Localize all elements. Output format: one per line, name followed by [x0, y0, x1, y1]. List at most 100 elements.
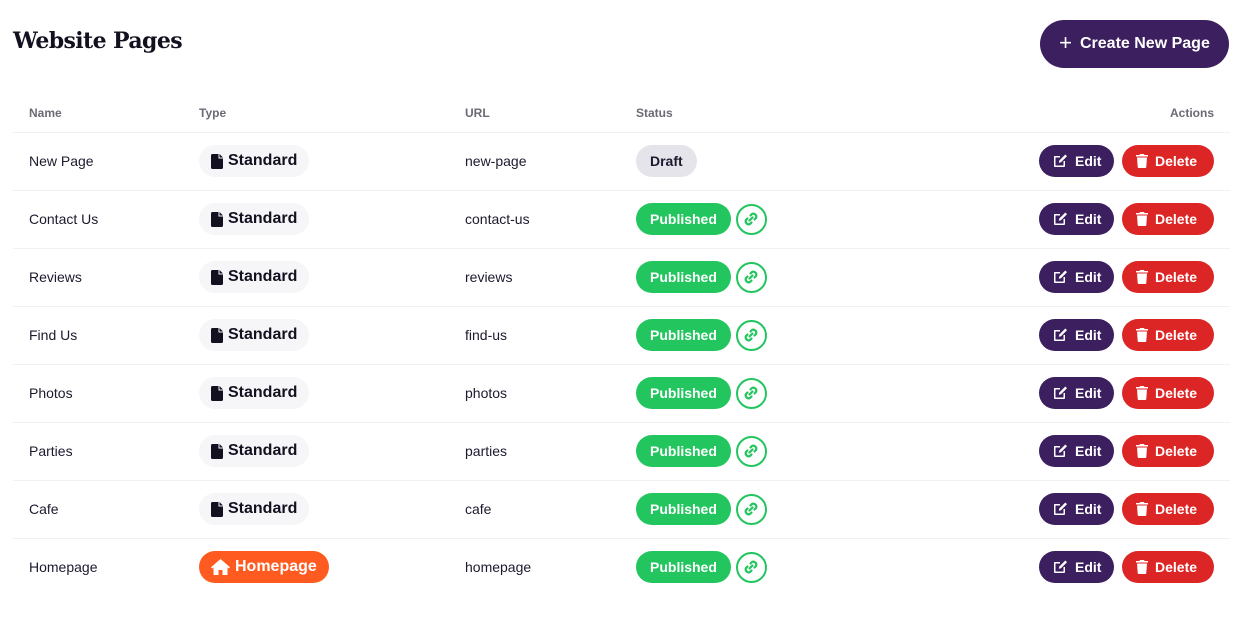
table-row: Parties Standard parties Published Edit: [13, 422, 1230, 481]
delete-button[interactable]: Delete: [1122, 203, 1214, 235]
page-type-cell: Standard: [183, 364, 449, 423]
view-page-link-button[interactable]: [735, 435, 767, 467]
column-header-name[interactable]: Name: [13, 94, 183, 133]
page-status-cell: Published: [620, 364, 920, 423]
table-row: Find Us Standard find-us Published Edit: [13, 306, 1230, 365]
file-icon: [211, 327, 223, 343]
file-icon: [211, 443, 223, 459]
edit-icon: [1053, 154, 1068, 168]
delete-label: Delete: [1155, 327, 1198, 343]
page-type-cell: Standard: [183, 422, 449, 481]
table-row: Contact Us Standard contact-us Published…: [13, 190, 1230, 249]
type-badge: Standard: [199, 145, 310, 177]
status-badge: Published: [636, 203, 731, 235]
delete-label: Delete: [1155, 443, 1198, 459]
delete-button[interactable]: Delete: [1122, 377, 1214, 409]
edit-label: Edit: [1075, 385, 1102, 401]
page-type-cell: Standard: [183, 248, 449, 307]
delete-button[interactable]: Delete: [1122, 493, 1214, 525]
edit-label: Edit: [1075, 559, 1102, 576]
type-label: Standard: [228, 152, 298, 169]
link-icon: [742, 210, 760, 228]
type-label: Standard: [228, 326, 298, 343]
trash-icon: [1136, 270, 1148, 284]
page-url: homepage: [465, 559, 532, 576]
delete-button[interactable]: Delete: [1122, 261, 1214, 293]
page-name: Parties: [13, 422, 183, 481]
type-label: Standard: [228, 442, 298, 459]
create-new-page-label: Create New Page: [1080, 35, 1210, 52]
edit-label: Edit: [1075, 153, 1102, 169]
delete-label: Delete: [1155, 385, 1198, 401]
actions-cell: Edit Delete: [920, 364, 1230, 423]
table-row: Reviews Standard reviews Published Edit: [13, 248, 1230, 307]
delete-button[interactable]: Delete: [1122, 435, 1214, 467]
edit-button[interactable]: Edit: [1039, 319, 1114, 351]
type-badge: Homepage: [199, 551, 329, 584]
link-icon: [742, 326, 760, 344]
pages-table: Name Type URL Status Actions New Page St…: [13, 94, 1230, 596]
edit-button[interactable]: Edit: [1039, 145, 1114, 177]
actions-cell: Edit Delete: [920, 190, 1230, 249]
edit-label: Edit: [1075, 327, 1102, 343]
type-badge: Standard: [199, 377, 310, 409]
page-name: Homepage: [29, 559, 98, 576]
view-page-link-button[interactable]: [735, 551, 767, 583]
delete-button[interactable]: Delete: [1122, 551, 1214, 584]
type-label: Standard: [228, 268, 298, 285]
link-icon: [742, 558, 760, 576]
type-badge: Standard: [199, 319, 310, 351]
page-status-cell: Published: [620, 306, 920, 365]
view-page-link-button[interactable]: [735, 377, 767, 409]
actions-cell: Edit Delete: [920, 538, 1230, 596]
page-status-cell: Published: [620, 422, 920, 481]
actions-cell: Edit Delete: [920, 422, 1230, 481]
create-new-page-button[interactable]: + Create New Page: [1040, 20, 1229, 68]
type-badge: Standard: [199, 435, 310, 467]
page-type-cell: Standard: [183, 132, 449, 191]
status-badge: Published: [636, 377, 731, 409]
trash-icon: [1136, 386, 1148, 400]
column-header-status[interactable]: Status: [620, 94, 920, 133]
delete-label: Delete: [1155, 269, 1198, 285]
column-header-type[interactable]: Type: [183, 94, 449, 133]
delete-label: Delete: [1155, 211, 1198, 227]
view-page-link-button[interactable]: [735, 261, 767, 293]
delete-label: Delete: [1155, 559, 1198, 576]
trash-icon: [1136, 212, 1148, 226]
trash-icon: [1136, 444, 1148, 458]
column-header-url[interactable]: URL: [449, 94, 620, 133]
link-icon: [742, 442, 760, 460]
trash-icon: [1136, 560, 1148, 575]
status-badge: Published: [636, 261, 731, 293]
trash-icon: [1136, 502, 1148, 516]
view-page-link-button[interactable]: [735, 319, 767, 351]
table-header-row: Name Type URL Status Actions: [13, 94, 1230, 133]
page-status-cell: Published: [620, 538, 920, 596]
edit-button[interactable]: Edit: [1039, 377, 1114, 409]
edit-button[interactable]: Edit: [1039, 551, 1114, 584]
delete-label: Delete: [1155, 501, 1198, 517]
status-badge: Published: [636, 493, 731, 525]
column-header-actions: Actions: [920, 94, 1230, 133]
edit-icon: [1053, 444, 1068, 458]
edit-button[interactable]: Edit: [1039, 493, 1114, 525]
page-name: Contact Us: [13, 190, 183, 249]
delete-button[interactable]: Delete: [1122, 145, 1214, 177]
page-url: reviews: [449, 248, 620, 307]
trash-icon: [1136, 154, 1148, 168]
edit-button[interactable]: Edit: [1039, 435, 1114, 467]
file-icon: [211, 501, 223, 517]
view-page-link-button[interactable]: [735, 493, 767, 525]
edit-icon: [1053, 212, 1068, 226]
page-url: cafe: [449, 480, 620, 539]
table-row: New Page Standard new-page Draft Edit De…: [13, 132, 1230, 191]
view-page-link-button[interactable]: [735, 203, 767, 235]
page-type-cell: Standard: [183, 480, 449, 539]
edit-button[interactable]: Edit: [1039, 203, 1114, 235]
page-url: photos: [449, 364, 620, 423]
delete-button[interactable]: Delete: [1122, 319, 1214, 351]
link-icon: [742, 268, 760, 286]
page-url: new-page: [449, 132, 620, 191]
edit-button[interactable]: Edit: [1039, 261, 1114, 293]
